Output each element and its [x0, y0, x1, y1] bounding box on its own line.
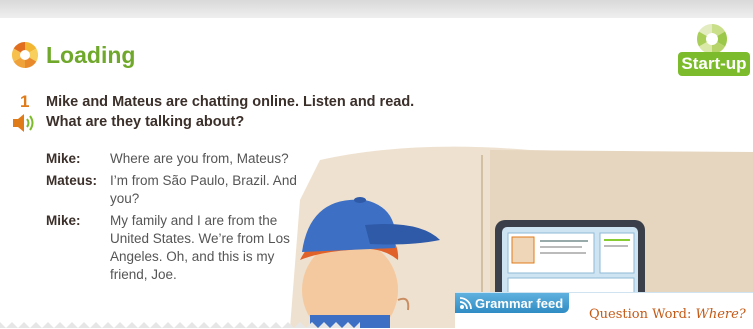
grammar-feed-subtitle: Question Word: Where?	[589, 307, 746, 322]
start-up-badge: Start-up	[678, 22, 750, 80]
decorative-zigzag-border	[0, 322, 360, 328]
top-band	[0, 0, 753, 18]
speaker-name: Mike:	[46, 213, 81, 228]
grammar-feed-tab[interactable]: Grammar feed	[455, 293, 570, 313]
loading-icon	[11, 41, 39, 69]
exercise-question: What are they talking about?	[46, 114, 245, 130]
grammar-feed-label: Grammar feed	[475, 295, 564, 311]
speech-text: My family and I are from the United Stat…	[110, 213, 290, 282]
start-up-icon	[696, 23, 728, 55]
dialog-line: Mike: My family and I are from the Unite…	[46, 212, 316, 284]
start-up-label: Start-up	[678, 52, 750, 76]
speaker-name: Mike:	[46, 151, 81, 166]
speaker-name: Mateus:	[46, 173, 98, 188]
section-title: Loading	[10, 40, 135, 70]
dialog-line: Mike: Where are you from, Mateus?	[46, 150, 316, 168]
speech-text: I’m from São Paulo, Brazil. And you?	[110, 173, 297, 206]
dialog-line: Mateus: I’m from São Paulo, Brazil. And …	[46, 172, 316, 208]
exercise-number: 1	[20, 92, 30, 111]
chat-dialog: Mike: Where are you from, Mateus? Mateus…	[46, 150, 316, 288]
feed-icon	[459, 297, 472, 310]
speech-text: Where are you from, Mateus?	[110, 151, 289, 166]
exercise-instruction: Mike and Mateus are chatting online. Lis…	[46, 94, 415, 110]
audio-speaker-icon[interactable]	[12, 112, 38, 134]
section-title-text: Loading	[46, 41, 136, 68]
grammar-feed-box: Grammar feed Question Word: Where?	[455, 292, 753, 329]
grammar-subtitle-prefix: Question Word:	[589, 307, 696, 322]
grammar-subtitle-word: Where?	[695, 307, 746, 322]
